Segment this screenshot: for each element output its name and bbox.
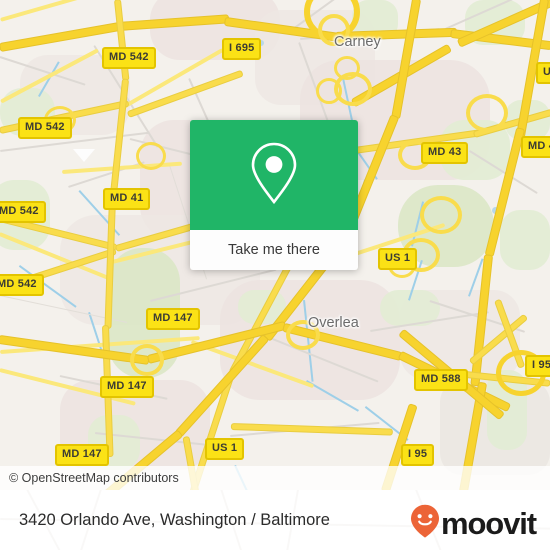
take-me-there-button[interactable]: Take me there <box>190 230 358 270</box>
interchange-loop <box>334 56 360 80</box>
road-shield[interactable]: MD 43 <box>521 136 550 158</box>
road-shield[interactable]: MD 43 <box>421 142 469 164</box>
road-shield[interactable]: US 1 <box>378 248 418 270</box>
location-pin-icon <box>247 140 301 211</box>
road-shield[interactable]: MD 41 <box>103 188 151 210</box>
moovit-wordmark: moovit <box>440 506 537 541</box>
destination-popup-card[interactable]: Take me there <box>190 120 358 270</box>
interchange-loop <box>466 94 508 132</box>
road-shield[interactable]: I 95 <box>401 444 435 466</box>
moovit-logo[interactable]: moovit <box>410 504 537 543</box>
road-shield[interactable]: MD 147 <box>146 308 200 330</box>
footer-bar: 3420 Orlando Ave, Washington / Baltimore… <box>0 490 550 550</box>
green-area <box>500 210 550 270</box>
address-title: 3420 Orlando Ave, Washington / Baltimore <box>19 510 330 529</box>
moovit-map-screen: MD 542 I 695 MD 542 MD 41 MD 542 MD 43 M… <box>0 0 550 550</box>
attribution-text: © OpenStreetMap contributors <box>9 471 179 485</box>
popup-tail-pointer <box>73 149 95 162</box>
map-canvas[interactable]: MD 542 I 695 MD 542 MD 41 MD 542 MD 43 M… <box>0 0 550 490</box>
popup-pin-area <box>190 120 358 230</box>
road-shield[interactable]: MD 147 <box>100 376 154 398</box>
interchange-loop <box>316 78 342 104</box>
take-me-there-label: Take me there <box>228 242 320 258</box>
moovit-pin-smile-icon <box>410 504 440 543</box>
interchange-loop <box>130 344 164 376</box>
road-shield[interactable]: MD 588 <box>414 369 468 391</box>
road-shield[interactable]: MD 542 <box>18 117 72 139</box>
road-shield[interactable]: US 1 <box>536 62 550 84</box>
road-shield[interactable]: MD 542 <box>0 274 44 296</box>
road-shield[interactable]: MD 147 <box>55 444 109 466</box>
road-shield[interactable]: MD 542 <box>102 47 156 69</box>
map-attribution: © OpenStreetMap contributors <box>0 466 550 490</box>
road-shield[interactable]: MD 542 <box>0 201 46 223</box>
place-label-carney: Carney <box>334 34 381 50</box>
road-shield[interactable]: US 1 <box>205 438 245 460</box>
interchange-loop <box>136 142 166 170</box>
place-label-overlea: Overlea <box>308 315 359 331</box>
road-shield[interactable]: I 695 <box>222 38 262 60</box>
interchange-loop <box>420 196 462 234</box>
road-shield[interactable]: I 95 <box>525 355 550 377</box>
